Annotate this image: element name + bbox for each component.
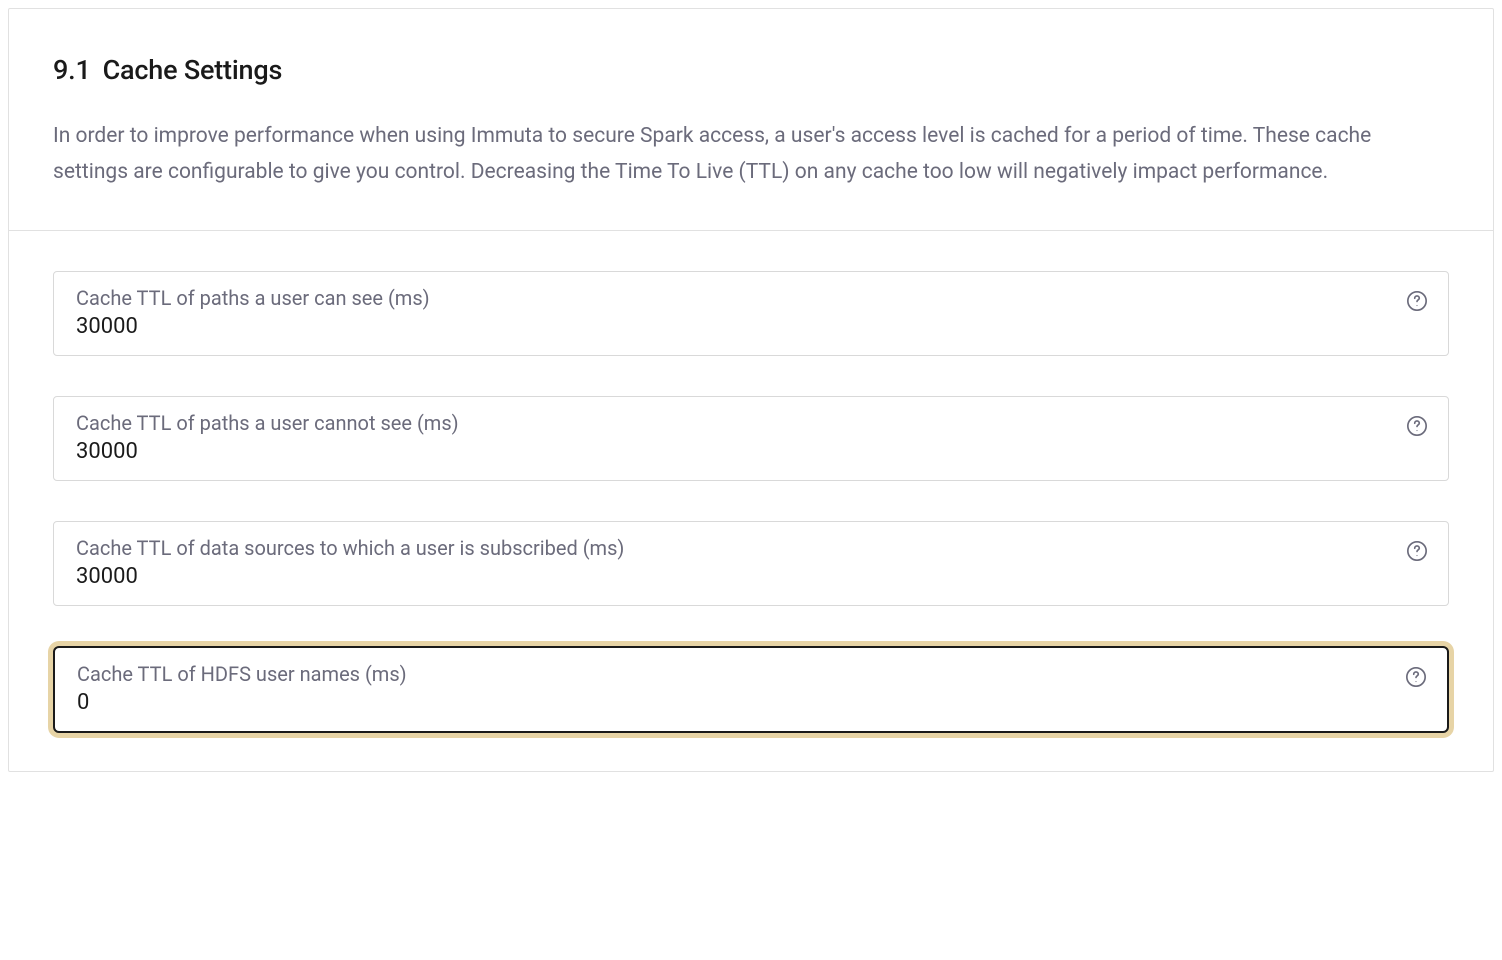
panel-header: 9.1 Cache Settings In order to improve pe… xyxy=(9,9,1493,231)
field-label-paths-cannot-see: Cache TTL of paths a user cannot see (ms… xyxy=(76,411,1426,435)
section-number: 9.1 xyxy=(53,54,91,86)
section-title: 9.1 Cache Settings xyxy=(53,54,1449,86)
input-hdfs-user-names[interactable] xyxy=(77,690,1425,715)
field-hdfs-user-names[interactable]: Cache TTL of HDFS user names (ms) xyxy=(53,646,1449,733)
panel-body: Cache TTL of paths a user can see (ms) C… xyxy=(9,231,1493,771)
help-icon[interactable] xyxy=(1406,415,1428,437)
cache-settings-panel: 9.1 Cache Settings In order to improve pe… xyxy=(8,8,1494,772)
section-title-text: Cache Settings xyxy=(103,54,283,86)
field-data-sources-subscribed[interactable]: Cache TTL of data sources to which a use… xyxy=(53,521,1449,606)
input-paths-cannot-see[interactable] xyxy=(76,439,1426,464)
help-icon[interactable] xyxy=(1406,290,1428,312)
field-label-hdfs-user-names: Cache TTL of HDFS user names (ms) xyxy=(77,662,1425,686)
field-label-paths-can-see: Cache TTL of paths a user can see (ms) xyxy=(76,286,1426,310)
help-icon[interactable] xyxy=(1405,666,1427,688)
input-paths-can-see[interactable] xyxy=(76,314,1426,339)
input-data-sources-subscribed[interactable] xyxy=(76,564,1426,589)
section-description: In order to improve performance when usi… xyxy=(53,118,1449,190)
field-paths-can-see[interactable]: Cache TTL of paths a user can see (ms) xyxy=(53,271,1449,356)
help-icon[interactable] xyxy=(1406,540,1428,562)
field-paths-cannot-see[interactable]: Cache TTL of paths a user cannot see (ms… xyxy=(53,396,1449,481)
field-label-data-sources-subscribed: Cache TTL of data sources to which a use… xyxy=(76,536,1426,560)
